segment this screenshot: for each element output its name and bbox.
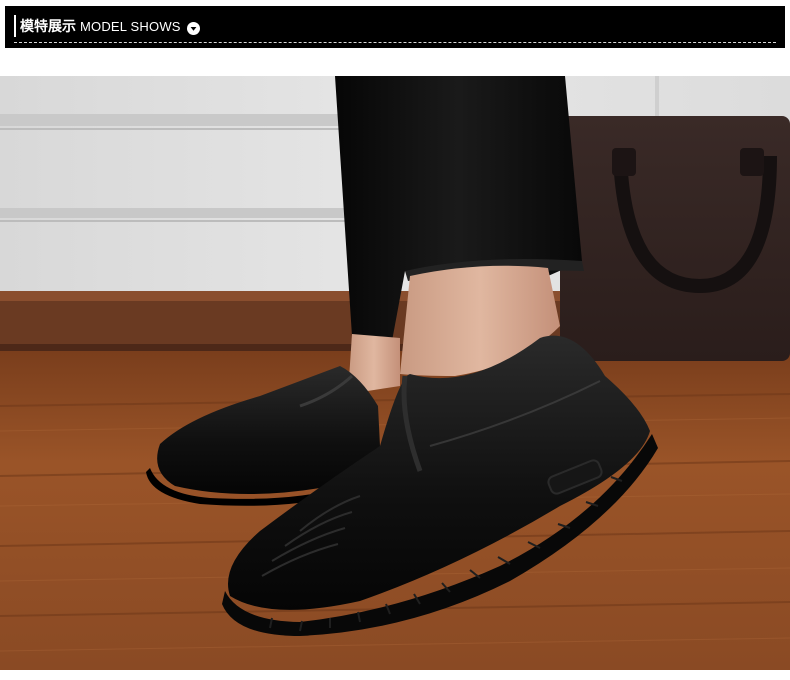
section-header: 模特展示 MODEL SHOWS bbox=[5, 6, 785, 48]
section-title-en: MODEL SHOWS bbox=[80, 19, 181, 34]
chevron-down-circle-icon[interactable] bbox=[187, 20, 200, 35]
header-accent-bar bbox=[14, 15, 16, 37]
header-divider bbox=[14, 42, 776, 43]
model-photo bbox=[0, 76, 790, 670]
section-title: 模特展示 MODEL SHOWS bbox=[20, 16, 181, 36]
section-title-cn: 模特展示 bbox=[20, 19, 76, 35]
shoes-illustration bbox=[0, 76, 790, 670]
